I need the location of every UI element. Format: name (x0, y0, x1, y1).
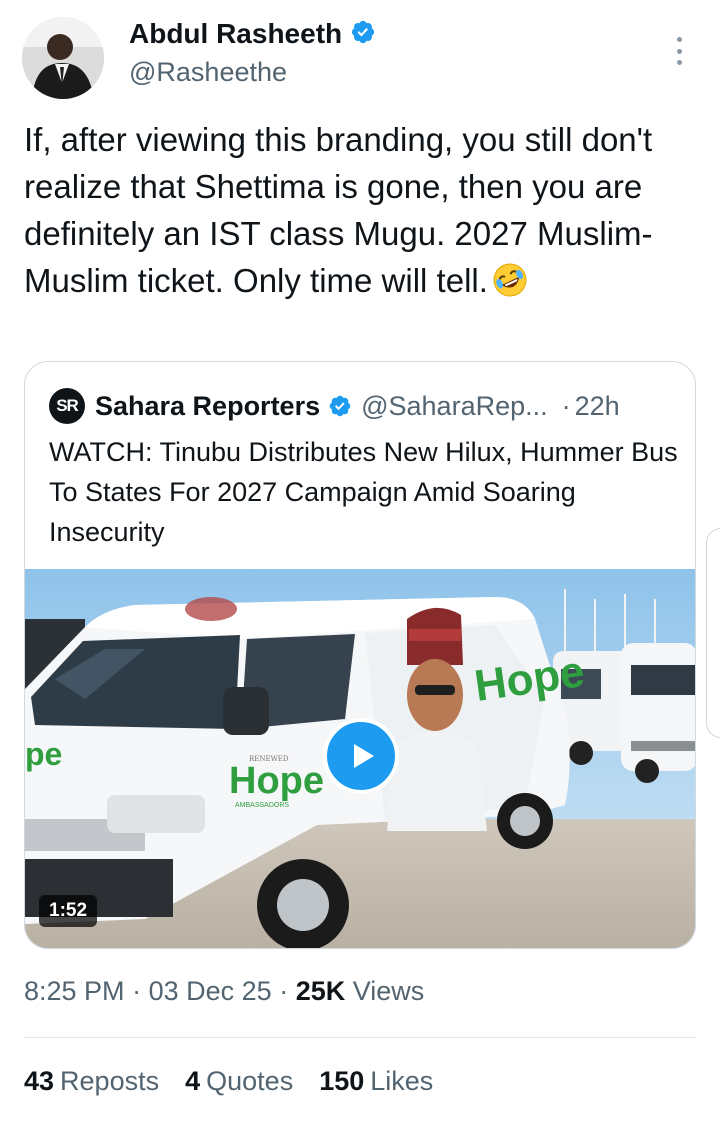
tweet-meta: 8:25 PM · 03 Dec 25 · 25K Views (24, 976, 424, 1007)
verified-badge-icon (328, 394, 352, 418)
edge-scroll-handle[interactable] (706, 528, 720, 738)
sahara-reporters-avatar[interactable]: SR (49, 388, 85, 424)
meta-separator: · (279, 976, 289, 1006)
engagement-stats: 43 Reposts 4 Quotes 150 Likes (24, 1066, 433, 1097)
author-handle[interactable]: @Rasheethe (129, 57, 287, 88)
video-duration: 1:52 (39, 895, 98, 927)
more-options-icon[interactable] (664, 34, 694, 68)
quoted-tweet-header: SR Sahara Reporters @SaharaRep... · 22h (49, 388, 620, 424)
author-name-row: Abdul Rasheeth (129, 18, 376, 50)
reposts-label: Reposts (60, 1066, 160, 1096)
views-count: 25K (295, 976, 346, 1006)
quoted-tweet-time[interactable]: 22h (575, 391, 620, 422)
quoted-tweet-text: WATCH: Tinubu Distributes New Hilux, Hum… (49, 437, 678, 547)
quoted-author-handle[interactable]: @SaharaRep... (361, 391, 548, 422)
quoted-author-name[interactable]: Sahara Reporters (95, 391, 320, 422)
meta-separator: · (132, 976, 142, 1006)
reposts-count: 43 (24, 1066, 55, 1096)
rolling-on-floor-laughing-emoji-icon (492, 262, 528, 310)
author-avatar[interactable] (22, 17, 104, 99)
author-display-name[interactable]: Abdul Rasheeth (129, 18, 342, 50)
likes-label: Likes (370, 1066, 434, 1096)
tweet-date[interactable]: 03 Dec 25 (149, 976, 272, 1006)
views-label: Views (352, 976, 425, 1006)
tweet-body: If, after viewing this branding, you sti… (24, 121, 653, 299)
verified-badge-icon (350, 19, 376, 50)
quotes-count: 4 (185, 1066, 201, 1096)
video-player[interactable]: Hope RENEWED Hope AMBASSADORS pe 1:52 (25, 569, 695, 948)
divider (24, 1037, 696, 1038)
play-button-icon[interactable] (323, 718, 399, 794)
likes-count: 150 (319, 1066, 365, 1096)
svg-text:AMBASSADORS: AMBASSADORS (235, 802, 289, 809)
tweet-text: If, after viewing this branding, you sti… (24, 116, 704, 310)
svg-text:pe: pe (25, 736, 62, 772)
reposts-stat[interactable]: 43 Reposts (24, 1066, 159, 1097)
separator-dot: · (561, 390, 571, 421)
quoted-tweet-card[interactable]: SR Sahara Reporters @SaharaRep... · 22h … (24, 361, 696, 949)
likes-stat[interactable]: 150 Likes (319, 1066, 433, 1097)
svg-text:Hope: Hope (229, 760, 324, 802)
quotes-stat[interactable]: 4 Quotes (185, 1066, 293, 1097)
tweet-time[interactable]: 8:25 PM (24, 976, 125, 1006)
quotes-label: Quotes (206, 1066, 294, 1096)
